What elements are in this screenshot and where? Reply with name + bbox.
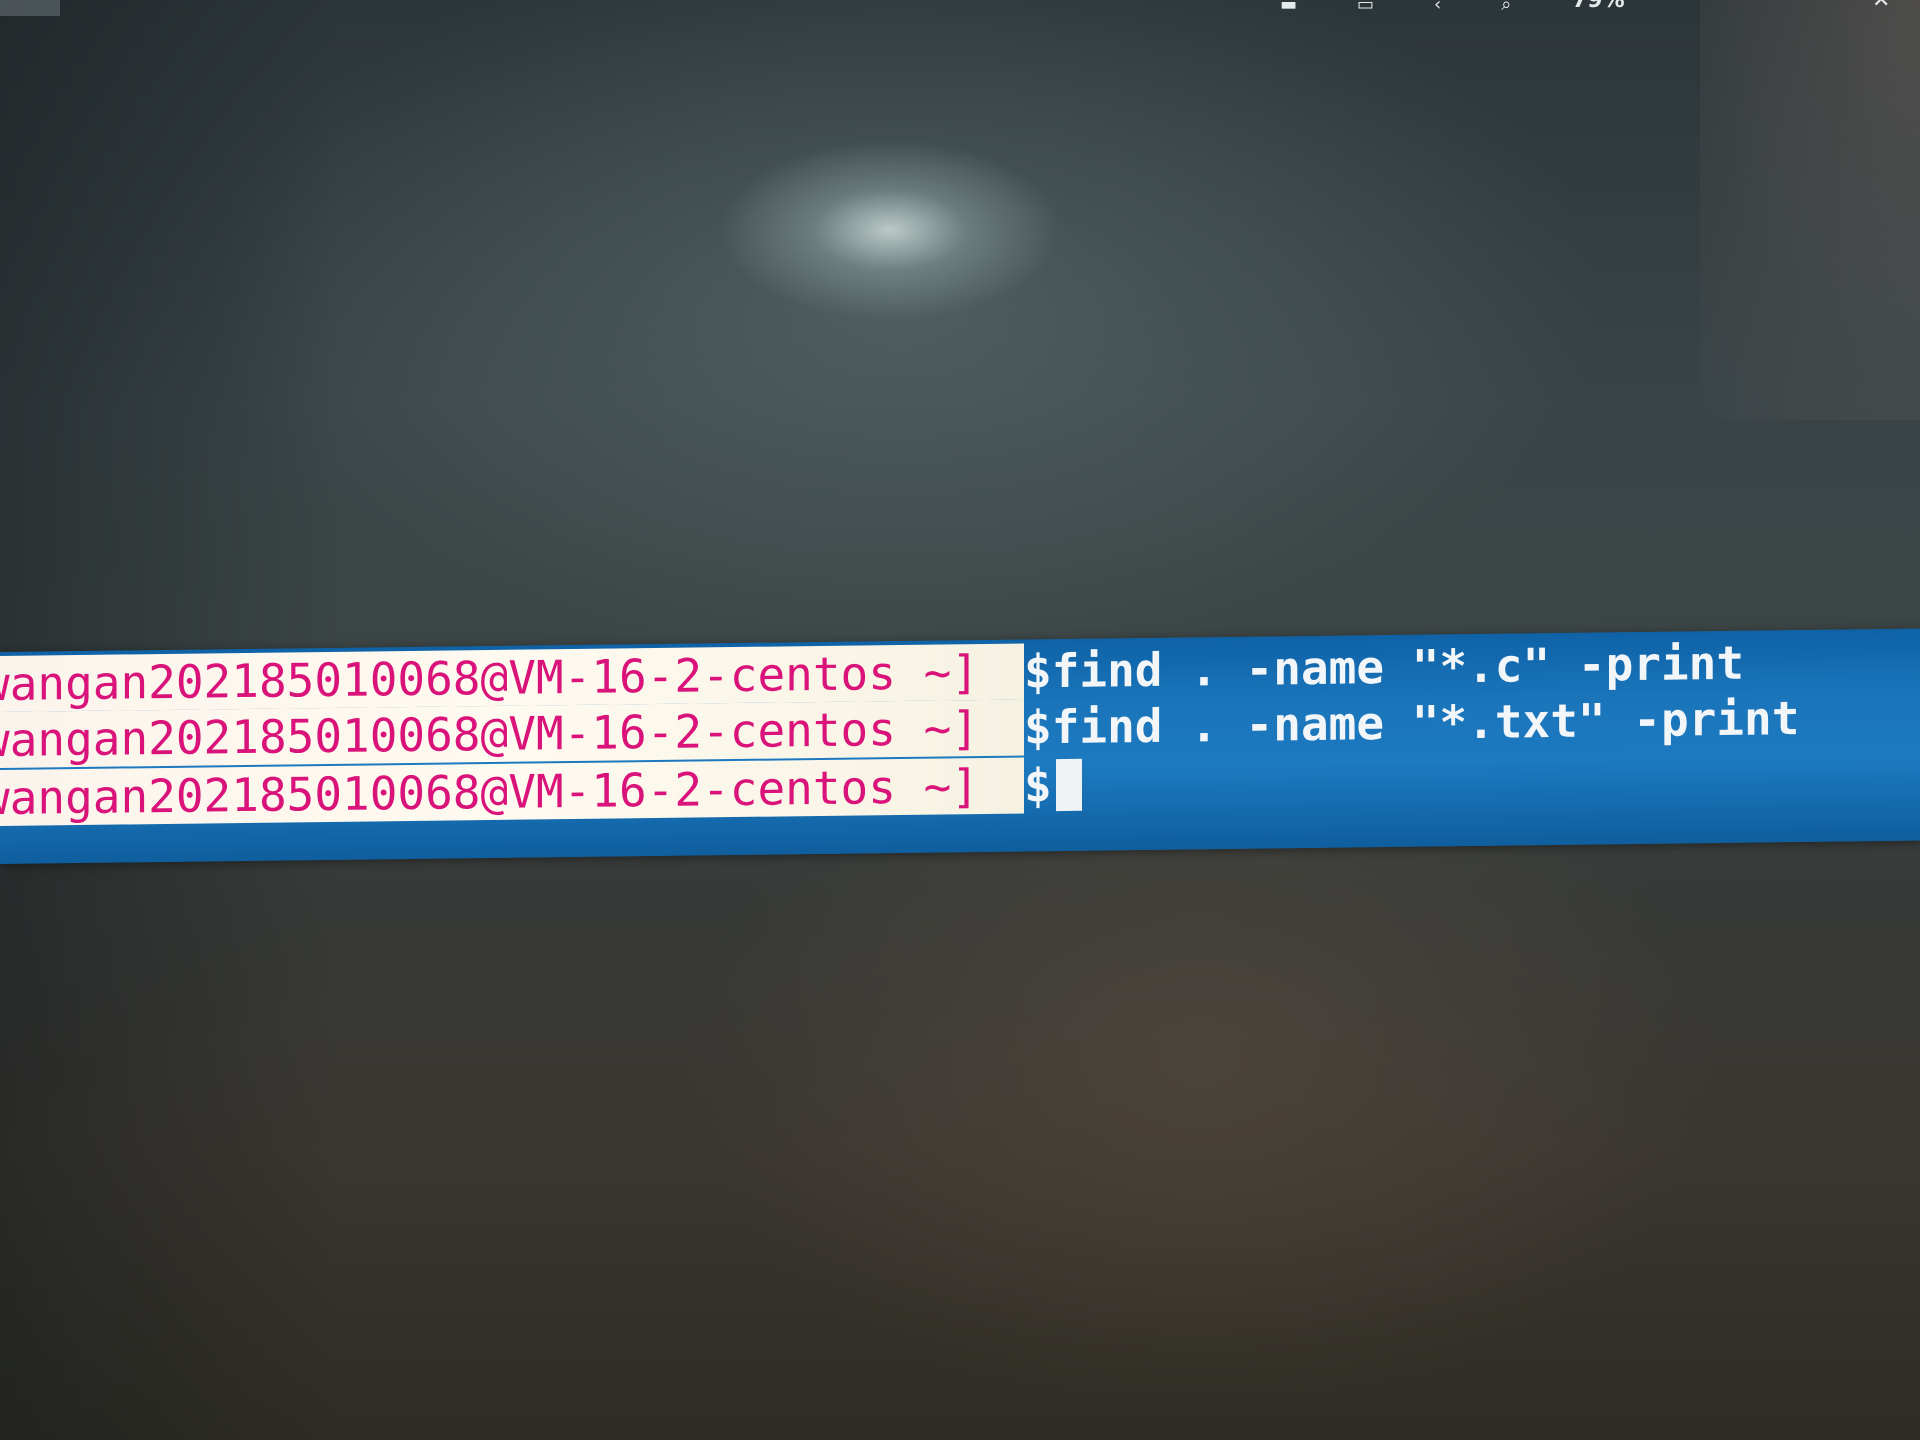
shell-command[interactable]: $ <box>1024 757 1052 813</box>
shell-prompt: wangan202185010068@VM-16-2-centos ~] <box>0 699 1024 768</box>
shell-command: $find . -name "*.txt" -print <box>1024 691 1800 755</box>
shell-command: $find . -name "*.c" -print <box>1024 635 1745 699</box>
terminal-lines: wangan202185010068@VM-16-2-centos ~] $fin… <box>0 0 1920 1440</box>
terminal-line[interactable]: wangan202185010068@VM-16-2-centos ~] $ <box>0 757 1082 826</box>
text-cursor <box>1055 758 1082 812</box>
shell-prompt: wangan202185010068@VM-16-2-centos ~] <box>0 757 1024 826</box>
